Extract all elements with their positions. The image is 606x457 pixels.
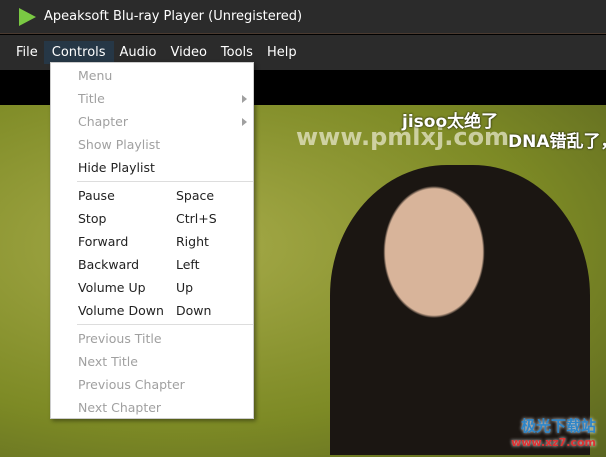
menu-item-label: Volume Down xyxy=(78,303,164,318)
shortcut: Down xyxy=(176,303,212,318)
menu-item-chapter[interactable]: Chapter xyxy=(51,110,253,133)
window-title: Apeaksoft Blu-ray Player (Unregistered) xyxy=(44,9,303,24)
menu-item-stop[interactable]: Stop Ctrl+S xyxy=(51,207,253,230)
shortcut: Space xyxy=(176,188,215,203)
menu-item-label: Chapter xyxy=(78,114,128,129)
menu-item-show-playlist[interactable]: Show Playlist xyxy=(51,133,253,156)
menu-item-label: Show Playlist xyxy=(78,137,161,152)
menu-item-volume-down[interactable]: Volume Down Down xyxy=(51,299,253,322)
menu-controls[interactable]: Controls xyxy=(43,41,114,64)
separator xyxy=(77,324,253,325)
menu-item-volume-up[interactable]: Volume Up Up xyxy=(51,276,253,299)
separator xyxy=(77,181,253,182)
shortcut: Left xyxy=(176,257,200,272)
menu-item-label: Stop xyxy=(78,211,107,226)
menu-item-label: Previous Chapter xyxy=(78,377,185,392)
menu-item-next-title[interactable]: Next Title xyxy=(51,350,253,373)
subtitle-2: DNA错乱了， xyxy=(508,132,606,152)
menu-file[interactable]: File xyxy=(8,41,46,64)
menu-tools[interactable]: Tools xyxy=(213,41,261,64)
menu-help[interactable]: Help xyxy=(259,41,305,64)
menu-item-previous-title[interactable]: Previous Title xyxy=(51,327,253,350)
menu-item-label: Backward xyxy=(78,257,140,272)
menu-item-label: Hide Playlist xyxy=(78,160,155,175)
menu-item-forward[interactable]: Forward Right xyxy=(51,230,253,253)
menu-item-label: Next Chapter xyxy=(78,400,162,415)
app-logo-icon xyxy=(19,7,36,26)
menu-audio[interactable]: Audio xyxy=(112,41,165,64)
menu-item-label: Volume Up xyxy=(78,280,146,295)
site-watermark-url: www.xz7.com xyxy=(511,436,596,449)
menu-item-backward[interactable]: Backward Left xyxy=(51,253,253,276)
menu-item-next-chapter[interactable]: Next Chapter xyxy=(51,396,253,419)
menu-item-pause[interactable]: Pause Space xyxy=(51,184,253,207)
menu-item-title[interactable]: Title xyxy=(51,87,253,110)
menu-item-label: Forward xyxy=(78,234,129,249)
controls-dropdown: Menu Title Chapter Show Playlist Hide Pl… xyxy=(50,62,254,419)
shortcut: Up xyxy=(176,280,194,295)
menu-item-label: Menu xyxy=(78,68,113,83)
submenu-arrow-icon xyxy=(242,94,247,103)
video-content xyxy=(330,165,590,455)
site-watermark-name: 极光下载站 xyxy=(520,417,596,435)
menu-item-menu[interactable]: Menu xyxy=(51,64,253,87)
submenu-arrow-icon xyxy=(242,117,247,126)
menu-item-label: Next Title xyxy=(78,354,138,369)
menu-item-hide-playlist[interactable]: Hide Playlist xyxy=(51,156,253,179)
shortcut: Right xyxy=(176,234,209,249)
shortcut: Ctrl+S xyxy=(176,211,217,226)
menu-item-label: Previous Title xyxy=(78,331,162,346)
menu-item-label: Pause xyxy=(78,188,115,203)
subtitle-1: jisoo太绝了 xyxy=(402,112,499,132)
menu-item-previous-chapter[interactable]: Previous Chapter xyxy=(51,373,253,396)
menu-video[interactable]: Video xyxy=(162,41,214,64)
site-watermark: 极光下载站 www.xz7.com xyxy=(511,415,596,449)
menu-item-label: Title xyxy=(78,91,105,106)
title-bar: Apeaksoft Blu-ray Player (Unregistered) xyxy=(0,0,606,34)
